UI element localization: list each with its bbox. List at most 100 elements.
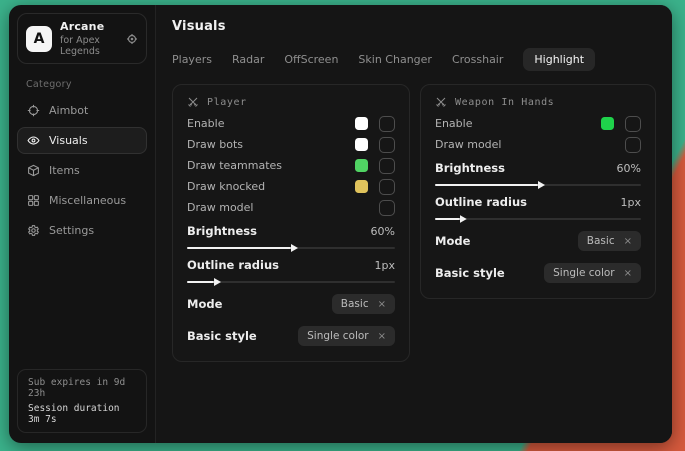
sidebar-item-label: Aimbot <box>49 104 88 117</box>
toggle-label: Enable <box>187 117 224 130</box>
app-subtitle: for Apex Legends <box>60 35 118 57</box>
slider-value: 1px <box>621 196 642 209</box>
mode-tag[interactable]: Basic × <box>332 294 395 314</box>
sub-expiry-text: Sub expires in 9d 23h <box>28 377 136 399</box>
toggle-row-draw-bots: Draw bots <box>187 134 395 155</box>
checkbox[interactable] <box>379 179 395 195</box>
remove-tag-icon[interactable]: × <box>624 268 632 279</box>
sidebar: A Arcane for Apex Legends Category <box>9 5 156 443</box>
sidebar-item-label: Miscellaneous <box>49 194 126 207</box>
color-swatch[interactable] <box>355 159 368 172</box>
brightness-slider: Brightness 60% <box>187 224 395 249</box>
slider-value: 60% <box>617 162 641 175</box>
slider-thumb[interactable] <box>291 244 298 252</box>
app-meta: Arcane for Apex Legends <box>60 20 118 57</box>
gear-icon <box>27 224 40 237</box>
slider-thumb[interactable] <box>538 181 545 189</box>
eye-icon <box>27 134 40 147</box>
sidebar-item-items[interactable]: Items <box>17 157 147 184</box>
session-duration-text: Session duration 3m 7s <box>28 403 136 425</box>
outline-radius-slider: Outline radius 1px <box>187 258 395 283</box>
slider-value: 1px <box>375 259 396 272</box>
toggle-row-draw-teammates: Draw teammates <box>187 155 395 176</box>
color-swatch[interactable] <box>355 180 368 193</box>
slider-track[interactable] <box>435 218 641 220</box>
grid-icon <box>27 194 40 207</box>
slider-track[interactable] <box>187 281 395 283</box>
sidebar-item-label: Settings <box>49 224 94 237</box>
sidebar-item-label: Items <box>49 164 80 177</box>
toggle-label: Draw bots <box>187 138 243 151</box>
mode-select: Mode Basic × <box>435 229 641 253</box>
toggle-label: Draw knocked <box>187 180 265 193</box>
toggle-row-draw-knocked: Draw knocked <box>187 176 395 197</box>
app-name: Arcane <box>60 20 118 33</box>
sidebar-item-miscellaneous[interactable]: Miscellaneous <box>17 187 147 214</box>
crosshair-icon <box>27 104 40 117</box>
app-window: A Arcane for Apex Legends Category <box>9 5 672 443</box>
swords-icon <box>187 96 199 108</box>
toggle-row-enable: Enable <box>435 113 641 134</box>
main-content: Visuals Players Radar OffScreen Skin Cha… <box>156 5 672 443</box>
app-logo: A <box>26 26 52 52</box>
tag-value: Single color <box>307 330 368 342</box>
checkbox[interactable] <box>379 200 395 216</box>
basic-style-tag[interactable]: Single color × <box>298 326 395 346</box>
weapon-panel-header: Weapon In Hands <box>435 96 641 108</box>
slider-track[interactable] <box>187 247 395 249</box>
checkbox[interactable] <box>379 116 395 132</box>
sidebar-item-visuals[interactable]: Visuals <box>17 127 147 154</box>
slider-label: Brightness <box>187 224 257 238</box>
slider-thumb[interactable] <box>214 278 221 286</box>
checkbox[interactable] <box>625 137 641 153</box>
color-swatch[interactable] <box>355 138 368 151</box>
weapon-in-hands-panel: Weapon In Hands Enable Draw model Bright… <box>420 84 656 299</box>
subscription-card: Sub expires in 9d 23h Session duration 3… <box>17 369 147 433</box>
tag-value: Single color <box>553 267 614 279</box>
basic-style-select: Basic style Single color × <box>435 261 641 285</box>
app-header-card: A Arcane for Apex Legends <box>17 13 147 64</box>
sidebar-item-settings[interactable]: Settings <box>17 217 147 244</box>
basic-style-select: Basic style Single color × <box>187 324 395 348</box>
slider-label: Outline radius <box>187 258 279 272</box>
remove-tag-icon[interactable]: × <box>378 299 386 310</box>
checkbox[interactable] <box>379 137 395 153</box>
basic-style-tag[interactable]: Single color × <box>544 263 641 283</box>
player-panel-header: Player <box>187 96 395 108</box>
tab-radar[interactable]: Radar <box>232 48 264 71</box>
target-icon[interactable] <box>126 33 138 45</box>
brightness-slider: Brightness 60% <box>435 161 641 186</box>
color-swatch[interactable] <box>355 117 368 130</box>
slider-label: Brightness <box>435 161 505 175</box>
tag-value: Basic <box>587 235 615 247</box>
toggle-label: Enable <box>435 117 472 130</box>
slider-thumb[interactable] <box>460 215 467 223</box>
mode-tag[interactable]: Basic × <box>578 231 641 251</box>
color-swatch[interactable] <box>601 117 614 130</box>
tab-bar: Players Radar OffScreen Skin Changer Cro… <box>172 48 656 71</box>
toggle-label: Draw model <box>435 138 501 151</box>
slider-value: 60% <box>371 225 395 238</box>
tab-players[interactable]: Players <box>172 48 212 71</box>
outline-radius-slider: Outline radius 1px <box>435 195 641 220</box>
tag-value: Basic <box>341 298 369 310</box>
tab-offscreen[interactable]: OffScreen <box>284 48 338 71</box>
slider-track[interactable] <box>435 184 641 186</box>
remove-tag-icon[interactable]: × <box>624 236 632 247</box>
checkbox[interactable] <box>625 116 641 132</box>
select-label: Mode <box>187 297 222 311</box>
sidebar-item-aimbot[interactable]: Aimbot <box>17 97 147 124</box>
toggle-row-draw-model: Draw model <box>435 134 641 155</box>
tab-crosshair[interactable]: Crosshair <box>452 48 503 71</box>
panel-title: Weapon In Hands <box>455 97 554 108</box>
checkbox[interactable] <box>379 158 395 174</box>
tab-highlight[interactable]: Highlight <box>523 48 595 71</box>
tab-skin-changer[interactable]: Skin Changer <box>358 48 432 71</box>
toggle-row-enable: Enable <box>187 113 395 134</box>
toggle-label: Draw teammates <box>187 159 282 172</box>
remove-tag-icon[interactable]: × <box>378 331 386 342</box>
category-label: Category <box>26 79 147 90</box>
player-panel: Player Enable Draw bots Draw teammates <box>172 84 410 362</box>
toggle-row-draw-model: Draw model <box>187 197 395 218</box>
panel-title: Player <box>207 97 247 108</box>
